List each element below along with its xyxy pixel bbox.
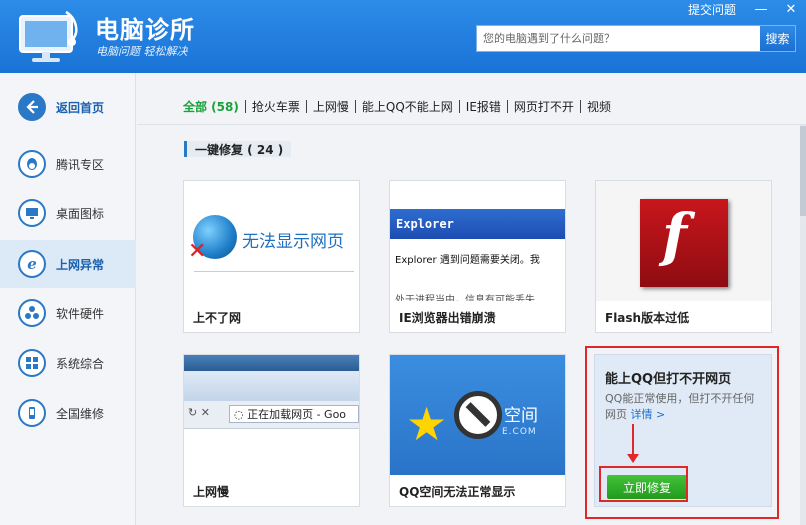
search-box: 搜索 (476, 25, 796, 52)
window-controls: 提交问题 — ✕ (678, 0, 806, 18)
card-title: 上不了网 (193, 311, 242, 325)
sidebar-item-home[interactable]: 返回首页 (0, 83, 136, 131)
tab-slow-network[interactable]: 上网慢 (307, 98, 355, 115)
dialog-message: Explorer 遇到问题需要关闭。我 (395, 255, 540, 266)
fan-icon (18, 299, 46, 327)
tab-all[interactable]: 全部 (58) (183, 98, 245, 115)
section-title: 一键修复 ( 24 ) (184, 141, 292, 157)
fix-card-ie-crash[interactable]: Explorer Explorer 遇到问题需要关闭。我 处于进程当中，信息有可… (389, 180, 566, 333)
thumb-caption: 无法显示网页 (242, 232, 344, 252)
tab-qq-no-web[interactable]: 能上QQ不能上网 (356, 98, 459, 115)
app-title: 电脑诊所 (95, 16, 195, 44)
browser-toolbar (184, 371, 359, 401)
sidebar-item-desktop[interactable]: 桌面图标 (0, 189, 136, 237)
card-title: IE浏览器出错崩溃 (399, 311, 496, 325)
content-divider (137, 124, 806, 125)
card-title: Flash版本过低 (605, 311, 690, 325)
arrow-head-icon (627, 454, 639, 463)
sidebar-item-tencent[interactable]: 腾讯专区 (0, 140, 136, 188)
card-thumbnail: ✕ 无法显示网页 (184, 181, 359, 301)
error-x-icon: ✕ (188, 239, 207, 264)
qzone-brand: 空间 (504, 406, 538, 426)
monitor-stethoscope-logo-icon (19, 10, 78, 62)
feedback-link[interactable]: 提交问题 (678, 1, 746, 18)
tab-page-wont-open[interactable]: 网页打不开 (508, 98, 580, 115)
fix-card-no-internet[interactable]: ✕ 无法显示网页 上不了网 (183, 180, 360, 333)
loading-tab: ◌ 正在加载网页 - Goo (229, 405, 359, 423)
card-thumbnail: Explorer Explorer 遇到问题需要关闭。我 处于进程当中，信息有可… (390, 181, 565, 301)
dialog-message: 处于进程当中，信息有可能丢失 (395, 295, 535, 301)
star-icon: ★ (406, 397, 448, 451)
sidebar-item-label: 软件硬件 (56, 306, 105, 321)
sidebar-item-label: 返回首页 (56, 100, 105, 115)
sidebar-item-network[interactable]: e 上网异常 (0, 240, 136, 288)
sidebar-item-label: 全国维修 (56, 406, 105, 421)
windows-icon (18, 349, 46, 377)
sidebar-item-label: 桌面图标 (56, 206, 105, 221)
tab-train-tickets[interactable]: 抢火车票 (246, 98, 306, 115)
ie-icon: e (18, 250, 46, 278)
fix-card-qzone[interactable]: ★ 空间 E.COM QQ空间无法正常显示 (389, 354, 566, 507)
sidebar-item-label: 腾讯专区 (56, 157, 105, 172)
divider (194, 271, 354, 272)
annotation-arrow (632, 424, 634, 456)
refresh-stop-icon: ↻ ✕ (188, 406, 210, 419)
sidebar-item-label: 上网异常 (56, 257, 105, 272)
fix-card-flash[interactable]: f Flash版本过低 (595, 180, 772, 333)
tab-video[interactable]: 视频 (581, 98, 617, 115)
flash-letter: f (662, 201, 687, 269)
card-title: QQ空间无法正常显示 (399, 485, 516, 499)
app-slogan: 电脑问题 轻松解决 (96, 45, 188, 58)
sidebar: 返回首页 腾讯专区 桌面图标 e 上网异常 软件硬件 系统综合 全国维修 (0, 73, 136, 525)
sidebar-item-system[interactable]: 系统综合 (0, 339, 136, 387)
card-thumbnail: f (596, 181, 771, 301)
card-thumbnail: ↻ ✕ ◌ 正在加载网页 - Goo (184, 355, 359, 475)
back-arrow-icon (18, 93, 46, 121)
browser-titlebar (184, 355, 359, 371)
app-header: 电脑诊所 电脑问题 轻松解决 提交问题 — ✕ 搜索 (0, 0, 806, 73)
sidebar-item-repair[interactable]: 全国维修 (0, 389, 136, 437)
card-thumbnail: ★ 空间 E.COM (390, 355, 565, 475)
scrollbar-thumb[interactable] (800, 126, 806, 216)
dialog-title: Explorer (396, 217, 454, 231)
sidebar-item-label: 系统综合 (56, 356, 105, 371)
close-icon[interactable]: ✕ (776, 0, 806, 18)
qq-penguin-icon (18, 150, 46, 178)
monitor-icon (18, 199, 46, 227)
minimize-icon[interactable]: — (746, 0, 776, 18)
card-title: 上网慢 (193, 485, 230, 499)
search-input[interactable] (477, 26, 760, 51)
fix-card-slow-network[interactable]: ↻ ✕ ◌ 正在加载网页 - Goo 上网慢 (183, 354, 360, 507)
search-button[interactable]: 搜索 (760, 26, 795, 51)
category-tabs: 全部 (58) 抢火车票 上网慢 能上QQ不能上网 IE报错 网页打不开 视频 (183, 96, 617, 116)
phone-icon (18, 399, 46, 427)
sidebar-item-software[interactable]: 软件硬件 (0, 289, 136, 337)
tab-ie-error[interactable]: IE报错 (460, 98, 507, 115)
button-highlight-box (599, 466, 688, 502)
qzone-domain: E.COM (502, 427, 537, 437)
